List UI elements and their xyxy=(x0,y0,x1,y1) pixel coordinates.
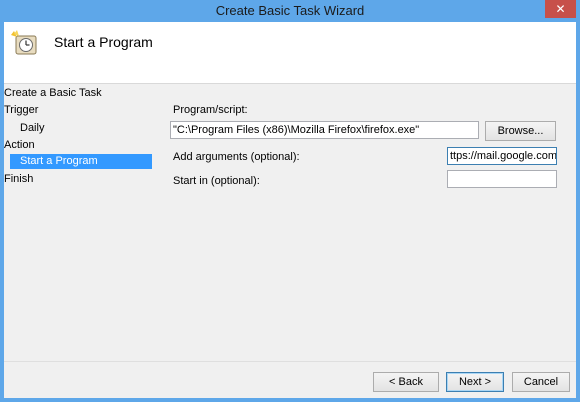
cancel-button[interactable]: Cancel xyxy=(512,372,570,392)
title-bar[interactable]: Create Basic Task Wizard ✕ xyxy=(0,0,580,22)
wizard-client-area: Start a Program Create a Basic Task Trig… xyxy=(4,22,576,398)
footer-divider xyxy=(4,361,576,362)
start-in-label: Start in (optional): xyxy=(173,175,260,187)
program-script-label: Program/script: xyxy=(173,104,248,116)
add-arguments-label: Add arguments (optional): xyxy=(173,151,300,163)
window-title: Create Basic Task Wizard xyxy=(215,3,365,18)
add-arguments-input[interactable]: ttps://mail.google.com/ xyxy=(447,147,557,165)
nav-item-daily[interactable]: Daily xyxy=(20,121,44,135)
browse-button[interactable]: Browse... xyxy=(485,121,556,141)
close-icon: ✕ xyxy=(555,2,566,16)
wizard-header: Start a Program xyxy=(4,22,576,83)
nav-item-start-a-program[interactable]: Start a Program xyxy=(10,154,152,169)
wizard-steps-nav: Create a Basic Task Trigger Daily Action… xyxy=(4,84,154,364)
program-script-value: "C:\Program Files (x86)\Mozilla Firefox\… xyxy=(173,124,420,136)
wizard-window: Create Basic Task Wizard ✕ Start a Progr… xyxy=(0,0,580,402)
close-button[interactable]: ✕ xyxy=(545,0,576,18)
nav-item-trigger[interactable]: Trigger xyxy=(4,103,38,117)
task-clock-icon xyxy=(11,30,37,55)
next-button[interactable]: Next > xyxy=(446,372,504,392)
back-button[interactable]: < Back xyxy=(373,372,439,392)
nav-item-action[interactable]: Action xyxy=(4,138,35,152)
start-in-input[interactable] xyxy=(447,170,557,188)
nav-item-create-basic-task[interactable]: Create a Basic Task xyxy=(4,86,102,100)
nav-item-finish[interactable]: Finish xyxy=(4,172,33,186)
program-script-input[interactable]: "C:\Program Files (x86)\Mozilla Firefox\… xyxy=(170,121,479,139)
page-title: Start a Program xyxy=(54,34,153,50)
add-arguments-value: ttps://mail.google.com/ xyxy=(450,150,557,162)
